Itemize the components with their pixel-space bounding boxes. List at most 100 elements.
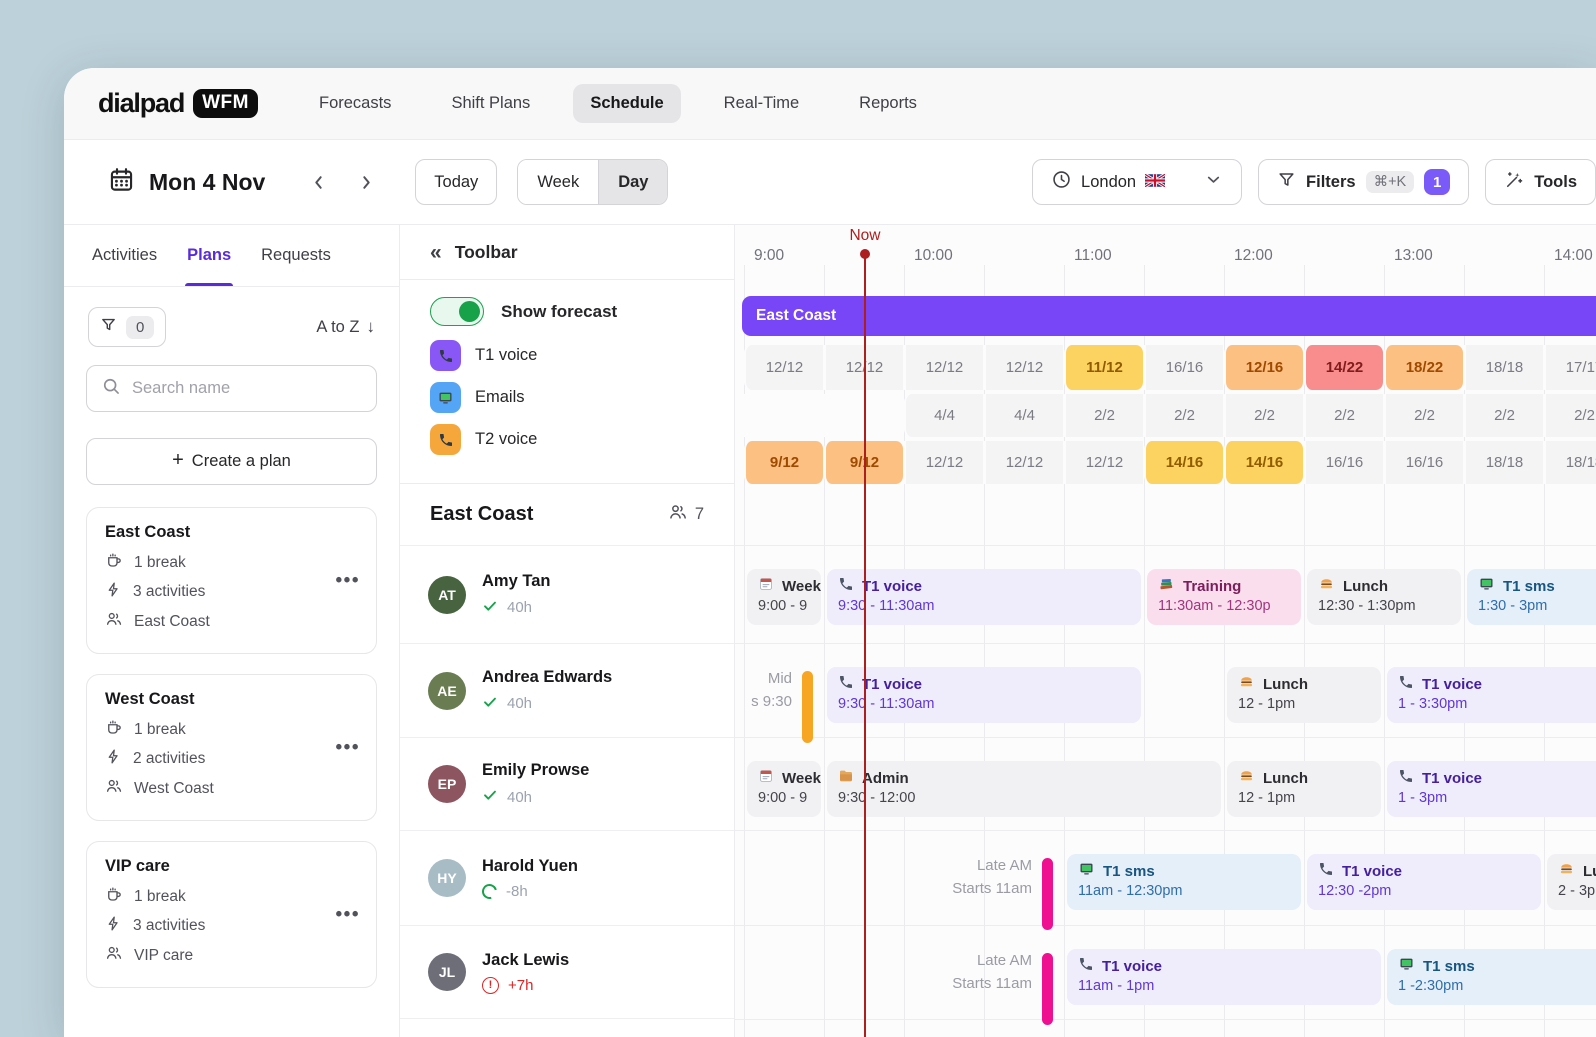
event-title: T1 sms <box>1503 578 1555 595</box>
tools-button[interactable]: Tools <box>1485 159 1596 205</box>
next-day-button[interactable] <box>349 165 383 199</box>
view-toggle-day[interactable]: Day <box>598 160 667 204</box>
wand-icon <box>1504 170 1524 195</box>
avatar: HY <box>428 859 466 897</box>
plan-card-vip-care[interactable]: VIP care1 break3 activitiesVIP care••• <box>86 841 377 988</box>
plan-team: West Coast <box>134 780 214 798</box>
timezone-select[interactable]: London <box>1032 159 1242 205</box>
filters-shortcut: ⌘+K <box>1366 171 1415 193</box>
forecast-cell: 12/12 <box>984 345 1064 390</box>
event-admin-emily-prowse[interactable]: Admin9:30 - 12:00 <box>827 761 1221 817</box>
sidebar-tab-activities[interactable]: Activities <box>92 225 157 286</box>
forecast-cell <box>744 394 824 437</box>
nav-item-real-time[interactable]: Real-Time <box>707 84 816 123</box>
filter-count-chip: 0 <box>126 316 154 339</box>
plan-menu-button[interactable]: ••• <box>336 570 360 592</box>
forecast-cell: 16/16 <box>1304 441 1384 484</box>
coffee-icon <box>105 885 123 908</box>
event-time: 9:00 - 9 <box>758 790 810 806</box>
forecast-cell: 16/16 <box>1384 441 1464 484</box>
search-input[interactable] <box>132 379 362 398</box>
person-row-harold-yuen[interactable]: HYHarold Yuen-8h <box>400 830 734 925</box>
event-title: Lunch <box>1263 676 1308 693</box>
current-date-label: Mon 4 Nov <box>149 169 265 196</box>
sort-direction-icon: ↓ <box>367 317 376 337</box>
clock-icon <box>1051 169 1072 195</box>
nav-item-schedule[interactable]: Schedule <box>573 84 680 123</box>
collapse-toolbar-icon[interactable]: « <box>430 242 442 263</box>
event-t1-voice-andrea-edwards[interactable]: T1 voice9:30 - 11:30am <box>827 667 1141 723</box>
sort-control[interactable]: A to Z ↓ <box>316 317 375 337</box>
plan-card-west-coast[interactable]: West Coast1 break2 activitiesWest Coast•… <box>86 674 377 821</box>
plan-name: West Coast <box>105 690 358 709</box>
today-button[interactable]: Today <box>415 159 497 205</box>
nav-item-forecasts[interactable]: Forecasts <box>302 84 408 123</box>
funnel-icon <box>100 316 117 338</box>
view-toggle-week[interactable]: Week <box>518 160 598 204</box>
plans-sidebar: Activities Plans Requests 0 A to Z ↓ <box>64 225 400 1037</box>
event-t1-voice-emily-prowse[interactable]: T1 voice1 - 3pm <box>1387 761 1596 817</box>
forecast-cell: 14/16 <box>1224 441 1304 484</box>
legend-item-emails[interactable]: Emails <box>430 382 704 413</box>
forecast-legend-panel: Show forecast T1 voiceEmailsT2 voice <box>400 280 734 484</box>
event-lunch-andrea-edwards[interactable]: Lunch12 - 1pm <box>1227 667 1381 723</box>
event-week-amy-tan[interactable]: Week9:00 - 9 <box>747 569 821 625</box>
filters-label: Filters <box>1306 173 1356 192</box>
filters-button[interactable]: Filters ⌘+K 1 <box>1258 159 1469 205</box>
prev-day-button[interactable] <box>301 165 335 199</box>
plan-card-east-coast[interactable]: East Coast1 break3 activitiesEast Coast•… <box>86 507 377 654</box>
event-t1-voice-harold-yuen[interactable]: T1 voice 12:30 -2pm <box>1307 854 1541 910</box>
person-name: Emily Prowse <box>482 761 589 780</box>
event-t1-sms-harold-yuen[interactable]: T1 sms11am - 12:30pm <box>1067 854 1301 910</box>
shift-start-marker[interactable] <box>1042 858 1053 930</box>
shift-marker-label: Late AMStarts 11am <box>912 854 1032 900</box>
shift-start-marker[interactable] <box>1042 953 1053 1025</box>
event-week-emily-prowse[interactable]: Week9:00 - 9 <box>747 761 821 817</box>
nav-item-reports[interactable]: Reports <box>842 84 934 123</box>
nav-item-shift-plans[interactable]: Shift Plans <box>434 84 547 123</box>
group-band: East Coast <box>742 296 1596 336</box>
event-lunch-harold-yuen[interactable]: Lunch2 - 3pm <box>1547 854 1596 910</box>
people-list: ATAmy Tan40hAEAndrea Edwards40hEPEmily P… <box>400 545 734 1019</box>
funnel-icon <box>1277 170 1296 194</box>
person-row-amy-tan[interactable]: ATAmy Tan40h <box>400 545 734 643</box>
sidebar-tab-plans[interactable]: Plans <box>187 225 231 286</box>
event-t1-sms-amy-tan[interactable]: T1 sms 1:30 - 3pm <box>1467 569 1596 625</box>
legend-item-t1-voice[interactable]: T1 voice <box>430 340 704 371</box>
event-lunch-emily-prowse[interactable]: Lunch12 - 1pm <box>1227 761 1381 817</box>
shift-start-marker[interactable] <box>802 671 813 743</box>
event-time: 12:30 -2pm <box>1318 883 1530 899</box>
hour-label-14-00: 14:00 <box>1554 247 1593 265</box>
plan-menu-button[interactable]: ••• <box>336 904 360 926</box>
coffee-icon <box>105 551 123 574</box>
person-row-andrea-edwards[interactable]: AEAndrea Edwards40h <box>400 643 734 737</box>
event-t1-voice-andrea-edwards[interactable]: T1 voice1 - 3:30pm <box>1387 667 1596 723</box>
team-member-count: 7 <box>668 502 704 527</box>
person-row-emily-prowse[interactable]: EPEmily Prowse40h <box>400 737 734 830</box>
event-t1-voice-amy-tan[interactable]: T1 voice9:30 - 11:30am <box>827 569 1141 625</box>
event-t1-sms-jack-lewis[interactable]: T1 sms1 -2:30pm <box>1387 949 1596 1005</box>
person-row-jack-lewis[interactable]: JLJack Lewis!+7h <box>400 925 734 1019</box>
date-title: Mon 4 Nov <box>108 166 265 199</box>
show-forecast-toggle[interactable] <box>430 297 484 326</box>
event-t1-voice-jack-lewis[interactable]: T1 voice11am - 1pm <box>1067 949 1381 1005</box>
burger-icon <box>1238 674 1255 694</box>
person-hours-status: -8h <box>482 883 578 900</box>
event-lunch-amy-tan[interactable]: Lunch12:30 - 1:30pm <box>1307 569 1461 625</box>
event-time: 9:30 - 11:30am <box>838 696 1130 712</box>
phone-icon <box>430 424 461 455</box>
forecast-row-t1-voice: 12/1212/1212/1212/1211/1216/1612/1614/22… <box>744 345 1596 390</box>
plan-menu-button[interactable]: ••• <box>336 737 360 759</box>
event-training-amy-tan[interactable]: Training11:30am - 12:30p <box>1147 569 1301 625</box>
create-plan-button[interactable]: + Create a plan <box>86 438 377 485</box>
timezone-label: London <box>1081 173 1136 192</box>
legend-item-t2-voice[interactable]: T2 voice <box>430 424 704 455</box>
sidebar-filter-button[interactable]: 0 <box>88 307 166 347</box>
plan-team: VIP care <box>134 947 193 965</box>
forecast-cell: 2/2 <box>1144 394 1224 437</box>
logo-wordmark: dialpad <box>98 88 184 119</box>
event-title: T1 voice <box>1342 863 1402 880</box>
event-time: 1:30 - 3pm <box>1478 598 1596 614</box>
sidebar-tab-requests[interactable]: Requests <box>261 225 331 286</box>
logo-wfm-badge: WFM <box>193 89 258 118</box>
